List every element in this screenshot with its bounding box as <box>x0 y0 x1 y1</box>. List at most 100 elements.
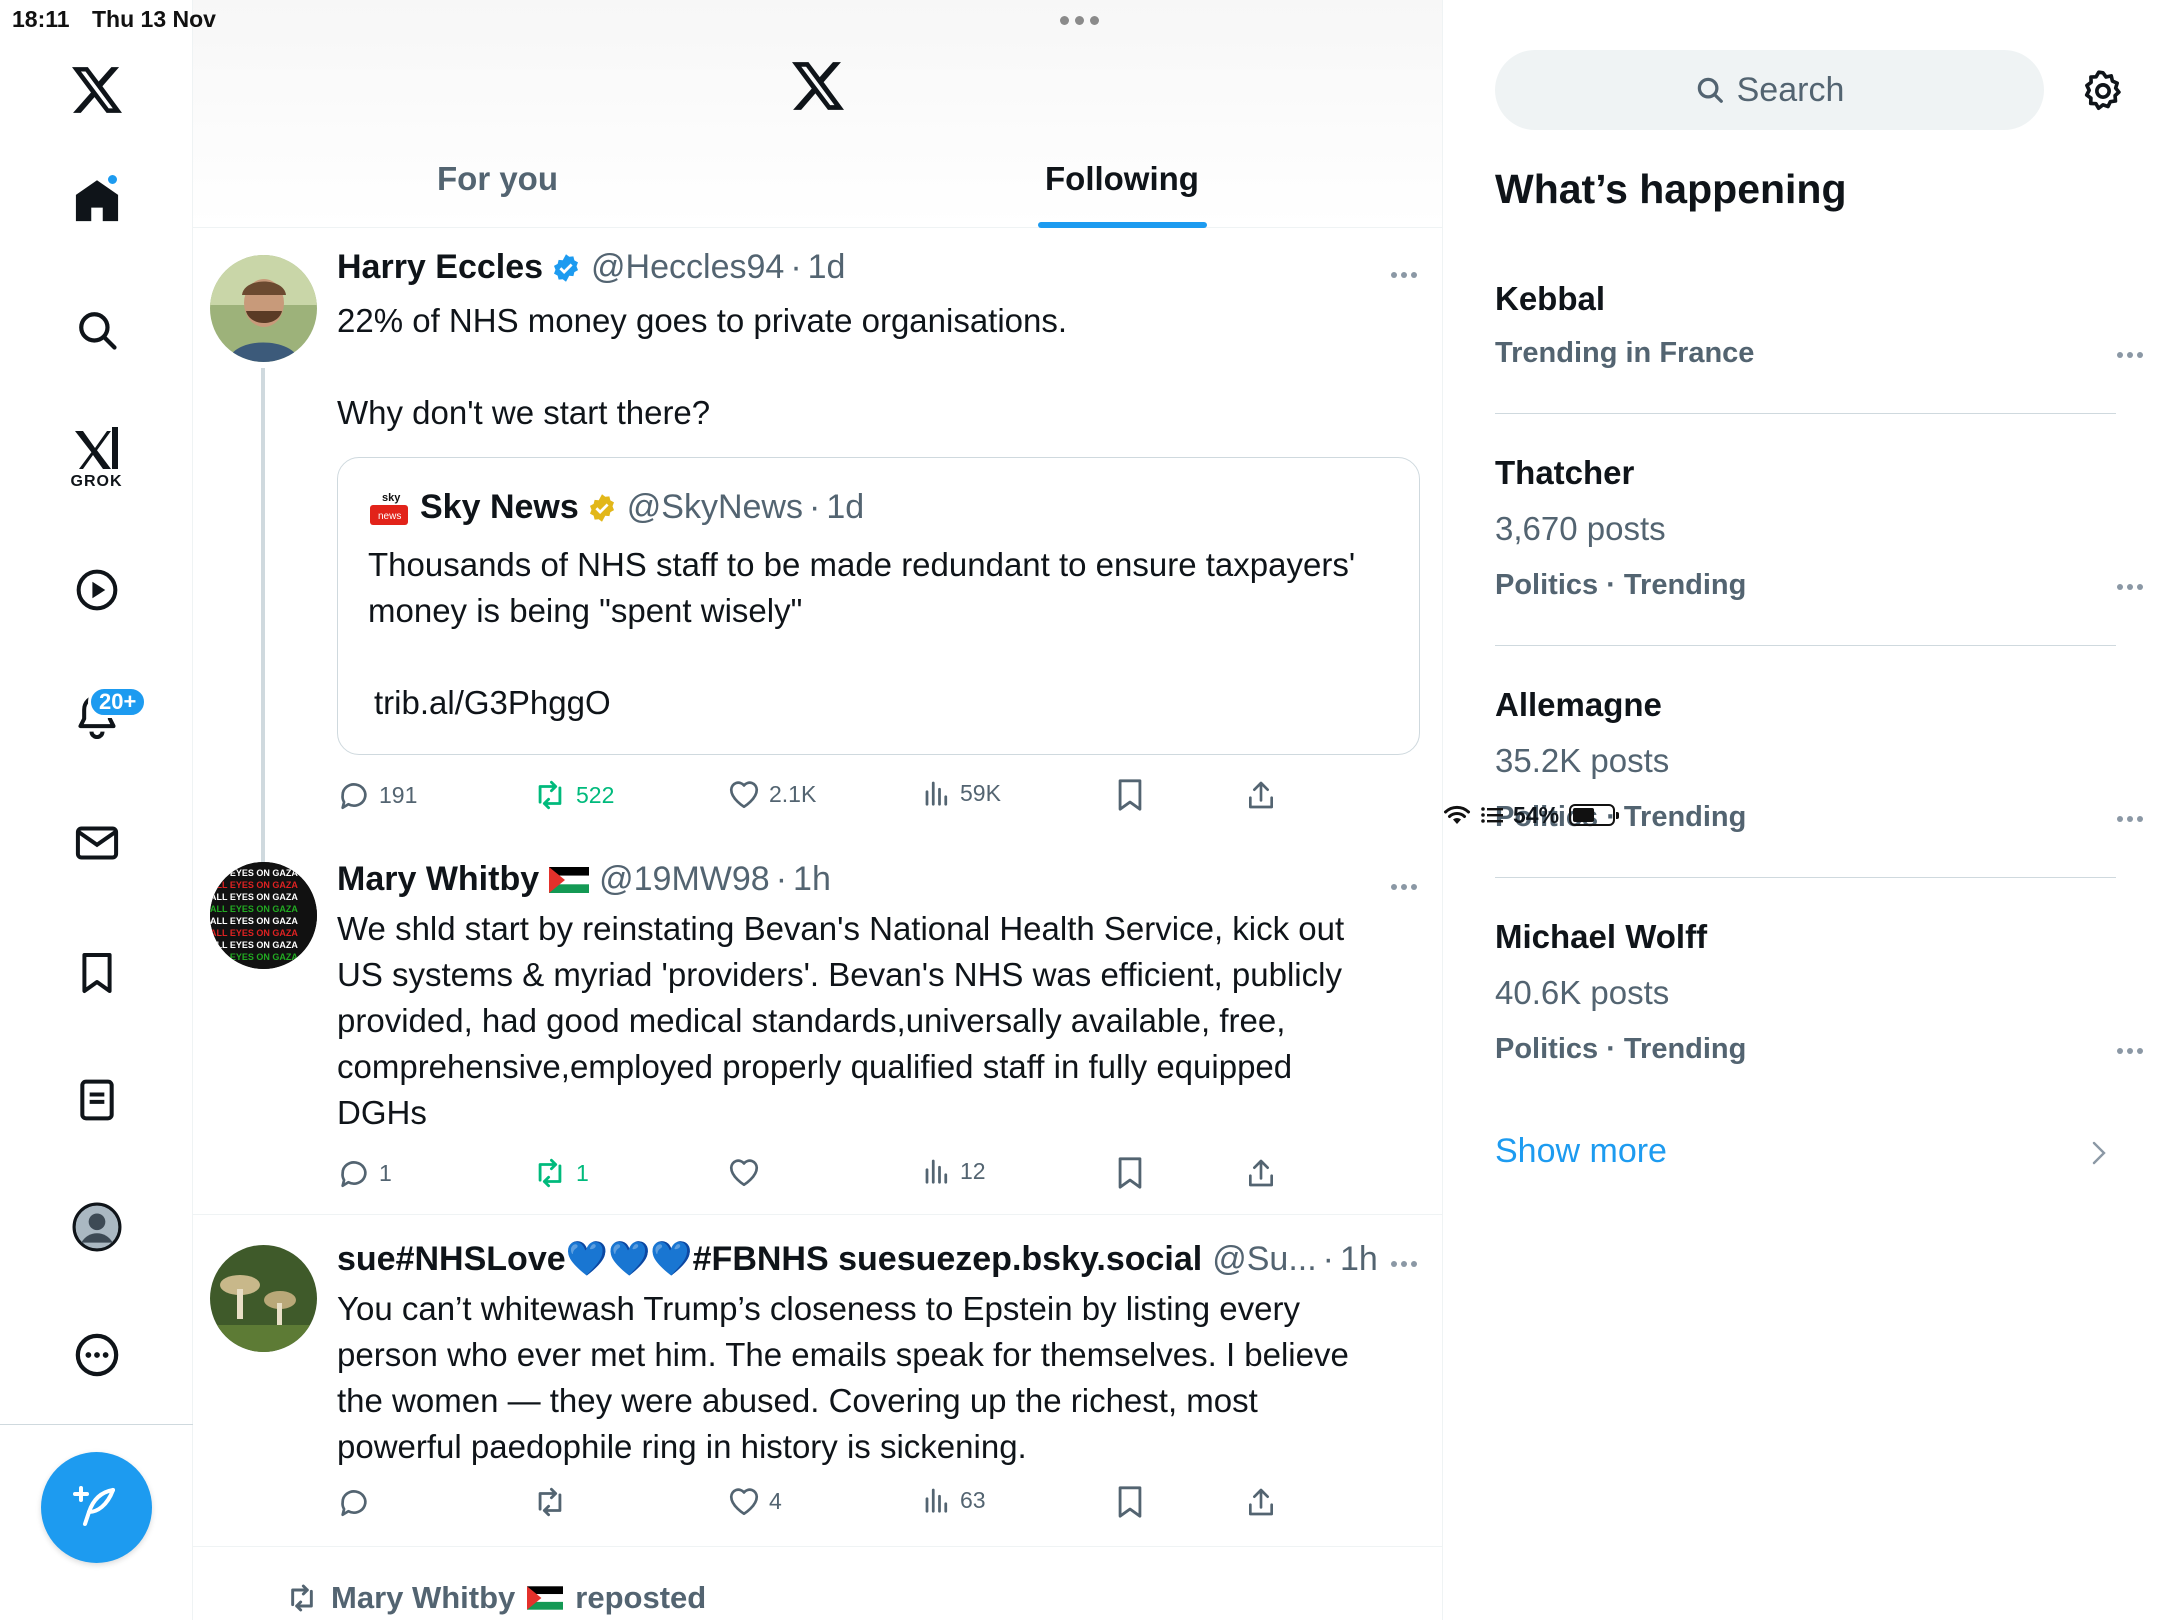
nav-profile[interactable] <box>0 1187 193 1267</box>
author-handle[interactable]: @19MW98 <box>599 860 770 899</box>
x-logo-icon <box>71 67 122 113</box>
avatar[interactable] <box>210 1245 317 1352</box>
post-actions: 4 63 <box>337 1485 1337 1525</box>
repost-button[interactable] <box>532 1485 576 1519</box>
compose-post-button[interactable] <box>41 1452 152 1563</box>
post-more-icon[interactable] <box>1391 272 1417 278</box>
reply-icon <box>341 1490 367 1517</box>
like-button[interactable]: 4 <box>727 1485 782 1517</box>
svg-text:ALL EYES ON GAZA: ALL EYES ON GAZA <box>210 928 298 938</box>
post-more-icon[interactable] <box>1391 1261 1417 1267</box>
battery-icon <box>1569 804 1620 826</box>
nav-messages[interactable] <box>0 803 193 883</box>
status-date: Thu 13 Nov <box>92 6 216 32</box>
post-actions: 1 1 12 <box>337 1156 1337 1196</box>
like-count: 4 <box>769 1487 782 1514</box>
grok-label: GROK <box>70 473 123 490</box>
bookmark-button[interactable] <box>1115 778 1145 812</box>
active-tab-indicator <box>1038 222 1207 228</box>
reply-count: 191 <box>379 781 418 808</box>
profile-avatar-icon <box>72 1202 121 1252</box>
thread-line <box>261 368 265 888</box>
reply-button[interactable]: 1 <box>337 1156 392 1190</box>
mail-icon <box>75 826 118 860</box>
quote-link[interactable]: trib.al/G3PhggO <box>374 684 611 722</box>
nav-video[interactable] <box>0 550 193 630</box>
repost-notice[interactable]: Mary Whitby reposted <box>285 1580 706 1616</box>
nav-bookmarks[interactable] <box>0 933 193 1013</box>
verified-badge-icon <box>554 253 579 282</box>
heart-icon <box>729 1488 759 1516</box>
post-text: We shld start by reinstating Bevan's Nat… <box>337 910 1345 1131</box>
views-count: 59K <box>960 779 1001 806</box>
quote-author-handle[interactable]: @SkyNews <box>627 488 803 527</box>
header-x-logo[interactable] <box>792 62 844 110</box>
more-circle-icon <box>75 1333 118 1377</box>
post-divider <box>193 1546 1442 1547</box>
post-more-icon[interactable] <box>1391 884 1417 890</box>
quote-time: 1d <box>826 488 865 526</box>
author-handle[interactable]: @Heccles94 <box>591 248 784 287</box>
post-header: sue#NHSLove💙💙💙#FBNHS suesuezep.bsky.soci… <box>337 1239 1378 1279</box>
bookmark-button[interactable] <box>1115 1156 1145 1190</box>
tab-following[interactable]: Following <box>1045 160 1199 198</box>
battery-percent: 54% <box>1513 801 1560 828</box>
views-button[interactable]: 59K <box>922 778 1001 808</box>
post-header: Harry Eccles @Heccles94 · 1d <box>337 248 846 287</box>
views-button[interactable]: 12 <box>922 1156 986 1186</box>
bookmark-icon <box>1118 1157 1142 1189</box>
wifi-icon <box>1444 805 1470 824</box>
post-header: Mary Whitby @19MW98 · 1h <box>337 860 831 899</box>
post-time[interactable]: 1d <box>808 248 846 287</box>
share-button[interactable] <box>1245 1485 1277 1519</box>
tab-for-you[interactable]: For you <box>437 160 558 198</box>
svg-text:ALL EYES ON GAZA: ALL EYES ON GAZA <box>210 940 298 950</box>
x-logo[interactable] <box>0 50 193 130</box>
avatar[interactable]: ALL EYES ON GAZA ALL EYES ON GAZA ALL EYES… <box>210 862 317 969</box>
left-nav: GROK 20+ <box>0 0 193 1620</box>
author-name[interactable]: Mary Whitby <box>337 860 539 899</box>
like-button[interactable] <box>727 1156 769 1188</box>
repost-button[interactable]: 522 <box>532 778 614 812</box>
svg-text:ALL EYES ON GAZA: ALL EYES ON GAZA <box>210 952 298 962</box>
svg-text:ALL EYES ON GAZA: ALL EYES ON GAZA <box>210 892 298 902</box>
nav-more[interactable] <box>0 1315 193 1395</box>
share-button[interactable] <box>1245 778 1277 812</box>
share-icon <box>1249 1159 1273 1187</box>
nav-lists[interactable] <box>0 1060 193 1140</box>
status-bar: 18:11 Thu 13 Nov 54% <box>0 0 2160 828</box>
share-button[interactable] <box>1245 1156 1277 1190</box>
post-time[interactable]: 1h <box>1340 1240 1378 1279</box>
nav-home[interactable] <box>0 160 193 240</box>
repost-icon <box>291 1584 313 1612</box>
avatar[interactable] <box>210 255 317 362</box>
quote-author-name[interactable]: Sky News <box>420 488 579 527</box>
list-icon <box>1481 807 1503 823</box>
palestine-flag-icon <box>549 866 590 893</box>
author-handle[interactable]: @Su... <box>1212 1240 1316 1279</box>
grok-icon <box>74 427 118 469</box>
x-logo-icon <box>792 62 844 110</box>
nav-explore[interactable] <box>0 290 193 370</box>
svg-text:news: news <box>378 511 401 522</box>
author-name[interactable]: Harry Eccles <box>337 248 543 287</box>
quote-text: Thousands of NHS staff to be made redund… <box>368 546 1356 629</box>
repost-icon <box>538 780 562 810</box>
compose-feather-icon <box>72 1485 115 1526</box>
bookmark-button[interactable] <box>1115 1485 1145 1519</box>
share-icon <box>1249 1488 1273 1516</box>
nav-divider <box>0 1424 193 1425</box>
post-time[interactable]: 1h <box>793 860 831 899</box>
nav-grok[interactable]: GROK <box>0 418 193 498</box>
repost-button[interactable]: 1 <box>532 1156 589 1190</box>
author-name[interactable]: sue#NHSLove💙💙💙#FBNHS suesuezep.bsky.soci… <box>337 1239 1202 1279</box>
post-text: You can’t whitewash Trump’s closeness to… <box>337 1290 1349 1465</box>
like-count: 2.1K <box>769 780 817 807</box>
multitasking-dots-icon[interactable] <box>1060 16 1099 25</box>
like-button[interactable]: 2.1K <box>727 778 816 810</box>
reply-button[interactable] <box>337 1485 379 1519</box>
views-button[interactable]: 63 <box>922 1485 986 1515</box>
reply-button[interactable]: 191 <box>337 778 417 812</box>
quoted-post[interactable]: sky news Sky News @SkyNews · 1d Thousands… <box>337 457 1420 755</box>
status-time: 18:11 <box>12 6 70 32</box>
